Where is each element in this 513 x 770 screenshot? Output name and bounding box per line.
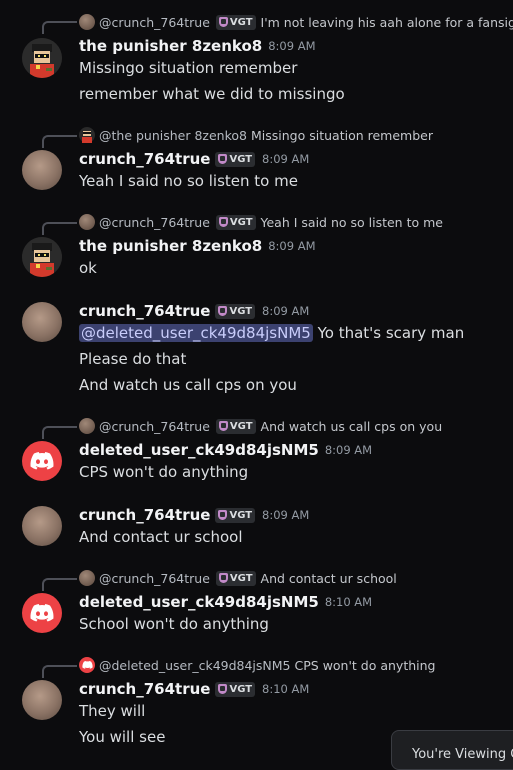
role-tag: VGT — [215, 151, 256, 167]
pixel-avatar-icon — [22, 237, 62, 277]
message-header: crunch_764true VGT 8:09 AM — [79, 504, 309, 526]
user-mention[interactable]: @deleted_user_ck49d84jsNM5 — [79, 324, 313, 342]
shield-icon — [218, 217, 228, 227]
reply-spine — [42, 665, 77, 678]
reply-spine — [42, 21, 77, 34]
shield-icon — [218, 510, 228, 520]
reply-text: Yeah I said no so listen to me — [260, 214, 443, 230]
avatar[interactable] — [22, 506, 62, 546]
role-tag: VGT — [215, 570, 256, 586]
shield-icon — [218, 421, 228, 431]
reply-author[interactable]: @crunch_764true — [99, 571, 210, 586]
reply-text: CPS won't do anything — [294, 657, 436, 673]
reply-avatar — [79, 657, 95, 673]
username[interactable]: crunch_764true — [79, 506, 210, 524]
reply-avatar — [79, 127, 95, 143]
timestamp[interactable]: 8:10 AM — [262, 682, 309, 696]
reply-preview[interactable]: @crunch_764true VGT I'm not leaving his … — [79, 12, 513, 32]
reply-preview[interactable]: @the punisher 8zenko8 Missingo situation… — [79, 125, 433, 145]
avatar[interactable] — [22, 302, 62, 342]
shield-icon — [218, 17, 228, 27]
reply-avatar — [79, 418, 95, 434]
username[interactable]: deleted_user_ck49d84jsNM5 — [79, 593, 319, 611]
role-tag: VGT — [215, 214, 256, 230]
viewing-older-messages-banner[interactable]: You're Viewing O — [391, 730, 513, 770]
message-text: ok — [79, 259, 97, 277]
avatar[interactable] — [22, 150, 62, 190]
message-text: And contact ur school — [79, 528, 243, 546]
message-text: They will — [79, 702, 146, 720]
role-tag: VGT — [215, 303, 256, 319]
message-header: the punisher 8zenko8 8:09 AM — [79, 235, 316, 257]
reply-author[interactable]: @deleted_user_ck49d84jsNM5 — [99, 658, 291, 673]
message-header: crunch_764true VGT 8:09 AM — [79, 148, 309, 170]
reply-spine — [42, 426, 77, 439]
shield-icon — [218, 306, 228, 316]
username[interactable]: the punisher 8zenko8 — [79, 237, 262, 255]
reply-author[interactable]: @crunch_764true — [99, 15, 210, 30]
message-header: the punisher 8zenko8 8:09 AM — [79, 35, 316, 57]
reply-text: And contact ur school — [260, 570, 397, 586]
reply-avatar — [79, 570, 95, 586]
avatar[interactable] — [22, 237, 62, 277]
banner-text: You're Viewing O — [412, 747, 513, 762]
role-tag: VGT — [215, 507, 256, 523]
username[interactable]: crunch_764true — [79, 150, 210, 168]
message-text: And watch us call cps on you — [79, 376, 297, 394]
timestamp[interactable]: 8:09 AM — [325, 443, 372, 457]
role-tag: VGT — [215, 681, 256, 697]
shield-icon — [218, 573, 228, 583]
message-header: deleted_user_ck49d84jsNM5 8:09 AM — [79, 439, 372, 461]
reply-author[interactable]: @crunch_764true — [99, 419, 210, 434]
message-text: Yeah I said no so listen to me — [79, 172, 298, 190]
message-text: You will see — [79, 728, 166, 746]
reply-preview[interactable]: @deleted_user_ck49d84jsNM5 CPS won't do … — [79, 655, 435, 675]
username[interactable]: deleted_user_ck49d84jsNM5 — [79, 441, 319, 459]
reply-preview[interactable]: @crunch_764true VGT And contact ur schoo… — [79, 568, 397, 588]
message-header: crunch_764true VGT 8:09 AM — [79, 300, 309, 322]
reply-text: I'm not leaving his aah alone for a fans… — [260, 14, 513, 30]
message-header: crunch_764true VGT 8:10 AM — [79, 678, 309, 700]
reply-author[interactable]: @the punisher 8zenko8 — [99, 128, 247, 143]
username[interactable]: crunch_764true — [79, 680, 210, 698]
pixel-avatar-icon — [22, 38, 62, 78]
shield-icon — [218, 684, 228, 694]
username[interactable]: crunch_764true — [79, 302, 210, 320]
timestamp[interactable]: 8:09 AM — [262, 508, 309, 522]
reply-preview[interactable]: @crunch_764true VGT And watch us call cp… — [79, 416, 442, 436]
avatar[interactable] — [22, 680, 62, 720]
username[interactable]: the punisher 8zenko8 — [79, 37, 262, 55]
reply-text: Missingo situation remember — [251, 127, 433, 143]
timestamp[interactable]: 8:09 AM — [268, 39, 315, 53]
reply-avatar — [79, 14, 95, 30]
reply-text: And watch us call cps on you — [260, 418, 443, 434]
shield-icon — [218, 154, 228, 164]
message-text: Please do that — [79, 350, 187, 368]
avatar[interactable] — [22, 441, 62, 481]
reply-avatar — [79, 214, 95, 230]
timestamp[interactable]: 8:09 AM — [262, 152, 309, 166]
discord-logo-icon — [30, 452, 54, 470]
discord-logo-icon — [30, 604, 54, 622]
role-tag: VGT — [215, 418, 256, 434]
timestamp[interactable]: 8:09 AM — [262, 304, 309, 318]
role-tag: VGT — [215, 14, 256, 30]
pixel-avatar-icon — [82, 131, 92, 143]
reply-spine — [42, 222, 77, 235]
message-text: Missingo situation remember — [79, 59, 298, 77]
reply-spine — [42, 578, 77, 591]
message-header: deleted_user_ck49d84jsNM5 8:10 AM — [79, 591, 372, 613]
timestamp[interactable]: 8:10 AM — [325, 595, 372, 609]
discord-logo-icon — [81, 661, 93, 669]
avatar[interactable] — [22, 38, 62, 78]
reply-author[interactable]: @crunch_764true — [99, 215, 210, 230]
message-text: remember what we did to missingo — [79, 85, 345, 103]
avatar[interactable] — [22, 593, 62, 633]
message-text: School won't do anything — [79, 615, 269, 633]
message-text: CPS won't do anything — [79, 463, 249, 481]
reply-preview[interactable]: @crunch_764true VGT Yeah I said no so li… — [79, 212, 443, 232]
timestamp[interactable]: 8:09 AM — [268, 239, 315, 253]
reply-spine — [42, 135, 77, 148]
message-text: @deleted_user_ck49d84jsNM5 Yo that's sca… — [79, 324, 465, 342]
